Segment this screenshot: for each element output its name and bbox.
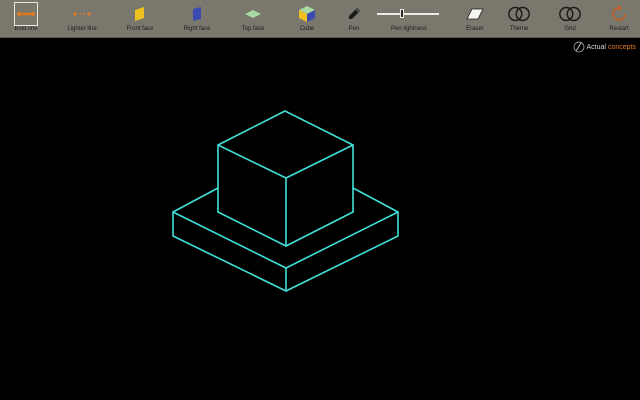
cube-tool[interactable]: Cube: [295, 0, 319, 38]
tool-label: Cube: [299, 26, 315, 32]
grid-icon: [558, 3, 582, 25]
cube-bottom-left-edge: [217, 211, 287, 247]
right-face-tool[interactable]: Right face: [181, 0, 213, 38]
tool-label: Theme: [509, 26, 529, 32]
eraser-icon: [463, 3, 487, 25]
top-face-tool[interactable]: Top face: [239, 0, 267, 38]
slider-thumb[interactable]: [400, 9, 404, 18]
drawing-canvas[interactable]: [0, 39, 640, 400]
restart-tool[interactable]: Restart: [607, 0, 631, 38]
slider-track: [377, 13, 439, 15]
tool-label: Pen: [348, 26, 360, 32]
tool-label: Top face: [241, 26, 265, 32]
grid-tool[interactable]: Grid: [556, 0, 584, 38]
pen-lightness-label: Pen lightness: [390, 26, 428, 32]
eraser-tool[interactable]: Eraser: [463, 0, 487, 38]
cube-icon: [295, 3, 319, 25]
selection-indicator: [14, 2, 38, 26]
tool-label: Grid: [564, 26, 576, 32]
pen-icon: [342, 3, 366, 25]
front-face-icon: [128, 3, 152, 25]
toolbar: Bold line Lighter line Front face Right …: [0, 0, 640, 38]
top-face-icon: [241, 3, 265, 25]
right-face-icon: [185, 3, 209, 25]
tool-label: Front face: [126, 26, 154, 32]
pen-lightness-slider[interactable]: [377, 8, 439, 20]
pen-tool[interactable]: Pen: [343, 0, 365, 38]
theme-tool[interactable]: Theme: [505, 0, 533, 38]
restart-icon: [607, 3, 631, 25]
lighter-line-icon: [70, 3, 94, 25]
tool-label: Restart: [609, 26, 629, 32]
front-face-tool[interactable]: Front face: [124, 0, 156, 38]
tool-label: Bold line: [14, 26, 38, 32]
theme-icon: [507, 3, 531, 25]
tool-label: Right face: [183, 26, 211, 32]
tool-label: Eraser: [466, 26, 484, 32]
app: Bold line Lighter line Front face Right …: [0, 0, 640, 400]
cube-bottom-right-edge: [285, 211, 354, 247]
cube-top-face: [217, 110, 354, 179]
lighter-line-tool[interactable]: Lighter line: [66, 0, 98, 38]
bold-line-tool[interactable]: Bold line: [12, 0, 40, 38]
tool-label: Lighter line: [67, 26, 97, 32]
